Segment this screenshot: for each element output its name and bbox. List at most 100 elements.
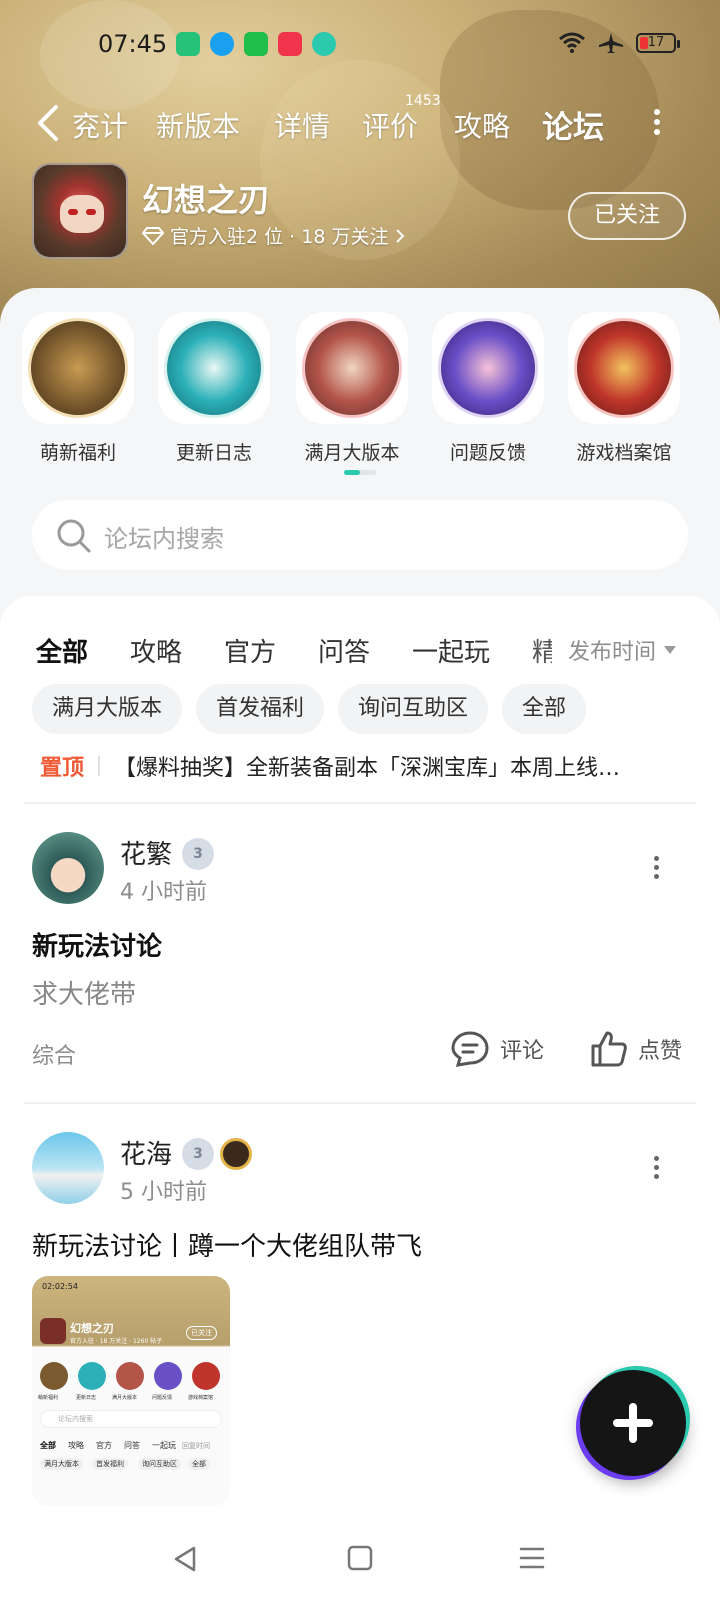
- back-arrow-icon[interactable]: [34, 103, 64, 143]
- back-label[interactable]: 兖计: [72, 105, 128, 145]
- post-title: 新玩法讨论丨蹲一个大佬组队带飞: [32, 1232, 423, 1262]
- thumb-meta: 官方入驻 · 18 万关注 · 1260 帖子: [70, 1338, 163, 1345]
- tab-reviews[interactable]: 评价: [362, 105, 418, 145]
- tab-details[interactable]: 详情: [274, 105, 330, 145]
- chevron-right-icon: [396, 228, 405, 243]
- post-image[interactable]: 02:02:54 幻想之刃 官方入驻 · 18 万关注 · 1260 帖子 已关…: [32, 1276, 230, 1506]
- system-back-icon[interactable]: [170, 1544, 200, 1574]
- tab-all[interactable]: 全部: [36, 632, 89, 671]
- top-nav: 兖计 新版本 详情 评价 1453 攻略 论坛: [0, 93, 720, 155]
- caret-down-icon: [664, 646, 676, 654]
- sort-label: 发布时间: [567, 640, 656, 665]
- pinned-post[interactable]: 置顶 【爆料抽奖】全新装备副本「深渊宝库」本周上线…: [40, 746, 680, 786]
- chip-help[interactable]: 询问互助区: [338, 684, 489, 734]
- thumb-section: 问题反馈: [152, 1395, 173, 1401]
- tab-guides[interactable]: 攻略: [130, 632, 182, 669]
- qq-icon: [210, 32, 234, 56]
- section-newbie-benefits[interactable]: 萌新福利: [22, 312, 134, 465]
- game-meta[interactable]: 官方入驻2 位 · 18 万关注: [142, 222, 406, 249]
- section-label: 满月大版本: [304, 442, 400, 464]
- medal-badge-icon: [220, 1138, 252, 1170]
- battery-saver-icon: [176, 32, 200, 56]
- username[interactable]: 花繁: [120, 834, 172, 871]
- pinned-title: 【爆料抽奖】全新装备副本「深渊宝库」本周上线…: [114, 756, 621, 781]
- tab-new-version[interactable]: 新版本: [156, 105, 240, 145]
- divider: [24, 802, 696, 804]
- level-badge: 3: [182, 838, 214, 870]
- game-meta-text: 官方入驻2 位 · 18 万关注: [170, 226, 389, 248]
- system-home-icon[interactable]: [346, 1544, 374, 1572]
- filter-chips: 满月大版本 首发福利 询问互助区 全部: [32, 684, 587, 734]
- post-category[interactable]: 综合: [32, 1038, 76, 1070]
- like-button[interactable]: 点赞: [590, 1030, 682, 1068]
- search-bar[interactable]: 论坛内搜索: [32, 500, 688, 570]
- tab-forum-label: 论坛: [542, 110, 604, 146]
- post-body: 求大佬带: [32, 980, 137, 1010]
- thumb-section: 满月大版本: [112, 1395, 138, 1401]
- post-more-icon[interactable]: [652, 852, 660, 883]
- section-icon: [302, 318, 402, 418]
- thumb-time: 02:02:54: [42, 1282, 78, 1291]
- level-badge: 3: [182, 1138, 214, 1170]
- section-major-version[interactable]: 满月大版本: [296, 312, 408, 465]
- chip-major-version[interactable]: 满月大版本: [32, 684, 183, 734]
- status-time: 07:45: [98, 30, 168, 58]
- thumb-tab: 问答: [124, 1441, 140, 1450]
- content-tabs: 全部 攻略 官方 问答 一起玩 精 发布时间: [0, 610, 720, 671]
- tab-forum[interactable]: 论坛: [542, 102, 604, 151]
- create-post-button[interactable]: [580, 1370, 686, 1476]
- tab-play-together[interactable]: 一起玩: [412, 632, 490, 669]
- search-icon: [57, 519, 91, 553]
- thumb-chip: 满月大版本: [40, 1458, 83, 1470]
- chip-all[interactable]: 全部: [502, 684, 587, 734]
- post-time: 5 小时前: [120, 1180, 207, 1205]
- thumb-tab: 全部: [40, 1441, 56, 1450]
- thumb-title: 幻想之刃: [70, 1322, 114, 1335]
- thumb-tab: 攻略: [68, 1441, 84, 1450]
- tab-qa[interactable]: 问答: [318, 632, 370, 669]
- section-icon: [574, 318, 674, 418]
- username[interactable]: 花海: [120, 1134, 172, 1171]
- comment-label: 评论: [500, 1039, 545, 1064]
- section-label: 游戏档案馆: [576, 442, 672, 464]
- comment-icon: [451, 1031, 489, 1067]
- game-icon[interactable]: [32, 163, 128, 259]
- follow-button[interactable]: 已关注: [568, 192, 686, 240]
- thumb-chip: 全部: [188, 1458, 210, 1470]
- wifi-icon: [559, 32, 585, 53]
- reviews-count-badge: 1453: [405, 93, 441, 109]
- section-feedback[interactable]: 问题反馈: [432, 312, 544, 465]
- thumb-tab: 官方: [96, 1441, 112, 1450]
- section-update-log[interactable]: 更新日志: [158, 312, 270, 465]
- like-label: 点赞: [638, 1039, 683, 1064]
- chat-icon: [312, 32, 336, 56]
- avatar[interactable]: [32, 1132, 104, 1204]
- comment-button[interactable]: 评论: [450, 1030, 544, 1068]
- battery-icon: 17: [636, 33, 680, 53]
- tab-featured[interactable]: 精: [532, 632, 552, 669]
- post-time: 4 小时前: [120, 880, 207, 905]
- more-options-icon[interactable]: [652, 105, 662, 139]
- section-icon: [438, 318, 538, 418]
- avatar[interactable]: [32, 832, 104, 904]
- tab-guides[interactable]: 攻略: [454, 105, 510, 145]
- chip-launch-benefits[interactable]: 首发福利: [196, 684, 325, 734]
- section-label: 萌新福利: [39, 442, 116, 464]
- divider: [24, 1102, 696, 1104]
- airplane-icon: [599, 33, 623, 53]
- tab-official[interactable]: 官方: [224, 632, 276, 669]
- thumb-chip: 询问互助区: [138, 1458, 181, 1470]
- section-archive[interactable]: 游戏档案馆: [568, 312, 680, 465]
- thumbs-up-icon: [591, 1031, 627, 1067]
- game-title: 幻想之刃: [142, 181, 271, 219]
- battery-level: 17: [647, 35, 665, 50]
- system-menu-icon[interactable]: [518, 1544, 546, 1572]
- sort-dropdown[interactable]: 发布时间: [568, 634, 676, 666]
- section-icon: [164, 318, 264, 418]
- status-bar: 07:45 17: [0, 28, 720, 64]
- diamond-icon: [142, 226, 164, 245]
- thumb-search: 论坛内搜索: [58, 1415, 93, 1423]
- section-label: 问题反馈: [449, 442, 526, 464]
- post-more-icon[interactable]: [652, 1152, 660, 1183]
- sections-scroll-indicator: [344, 470, 376, 475]
